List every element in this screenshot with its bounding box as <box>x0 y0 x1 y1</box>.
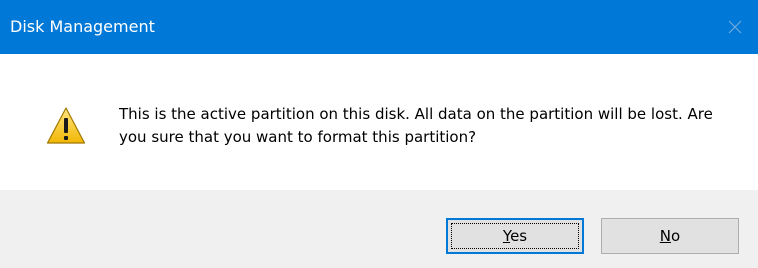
yes-label-rest: es <box>510 227 528 245</box>
yes-button-label: Yes <box>503 227 527 245</box>
no-button[interactable]: No <box>601 218 739 254</box>
dialog-content: This is the active partition on this dis… <box>0 54 758 190</box>
dialog-window: Disk Management This is the active parti… <box>0 0 758 268</box>
window-title: Disk Management <box>10 17 155 36</box>
no-label-rest: o <box>671 227 681 245</box>
dialog-footer: Yes No <box>0 190 758 268</box>
title-bar[interactable]: Disk Management <box>0 0 758 54</box>
no-button-label: No <box>660 227 680 245</box>
yes-accelerator: Y <box>502 227 511 245</box>
close-icon <box>728 20 742 34</box>
close-button[interactable] <box>712 0 758 54</box>
no-accelerator: N <box>659 227 672 245</box>
dialog-message: This is the active partition on this dis… <box>119 105 713 146</box>
warning-icon <box>46 107 86 144</box>
yes-button[interactable]: Yes <box>446 218 584 254</box>
